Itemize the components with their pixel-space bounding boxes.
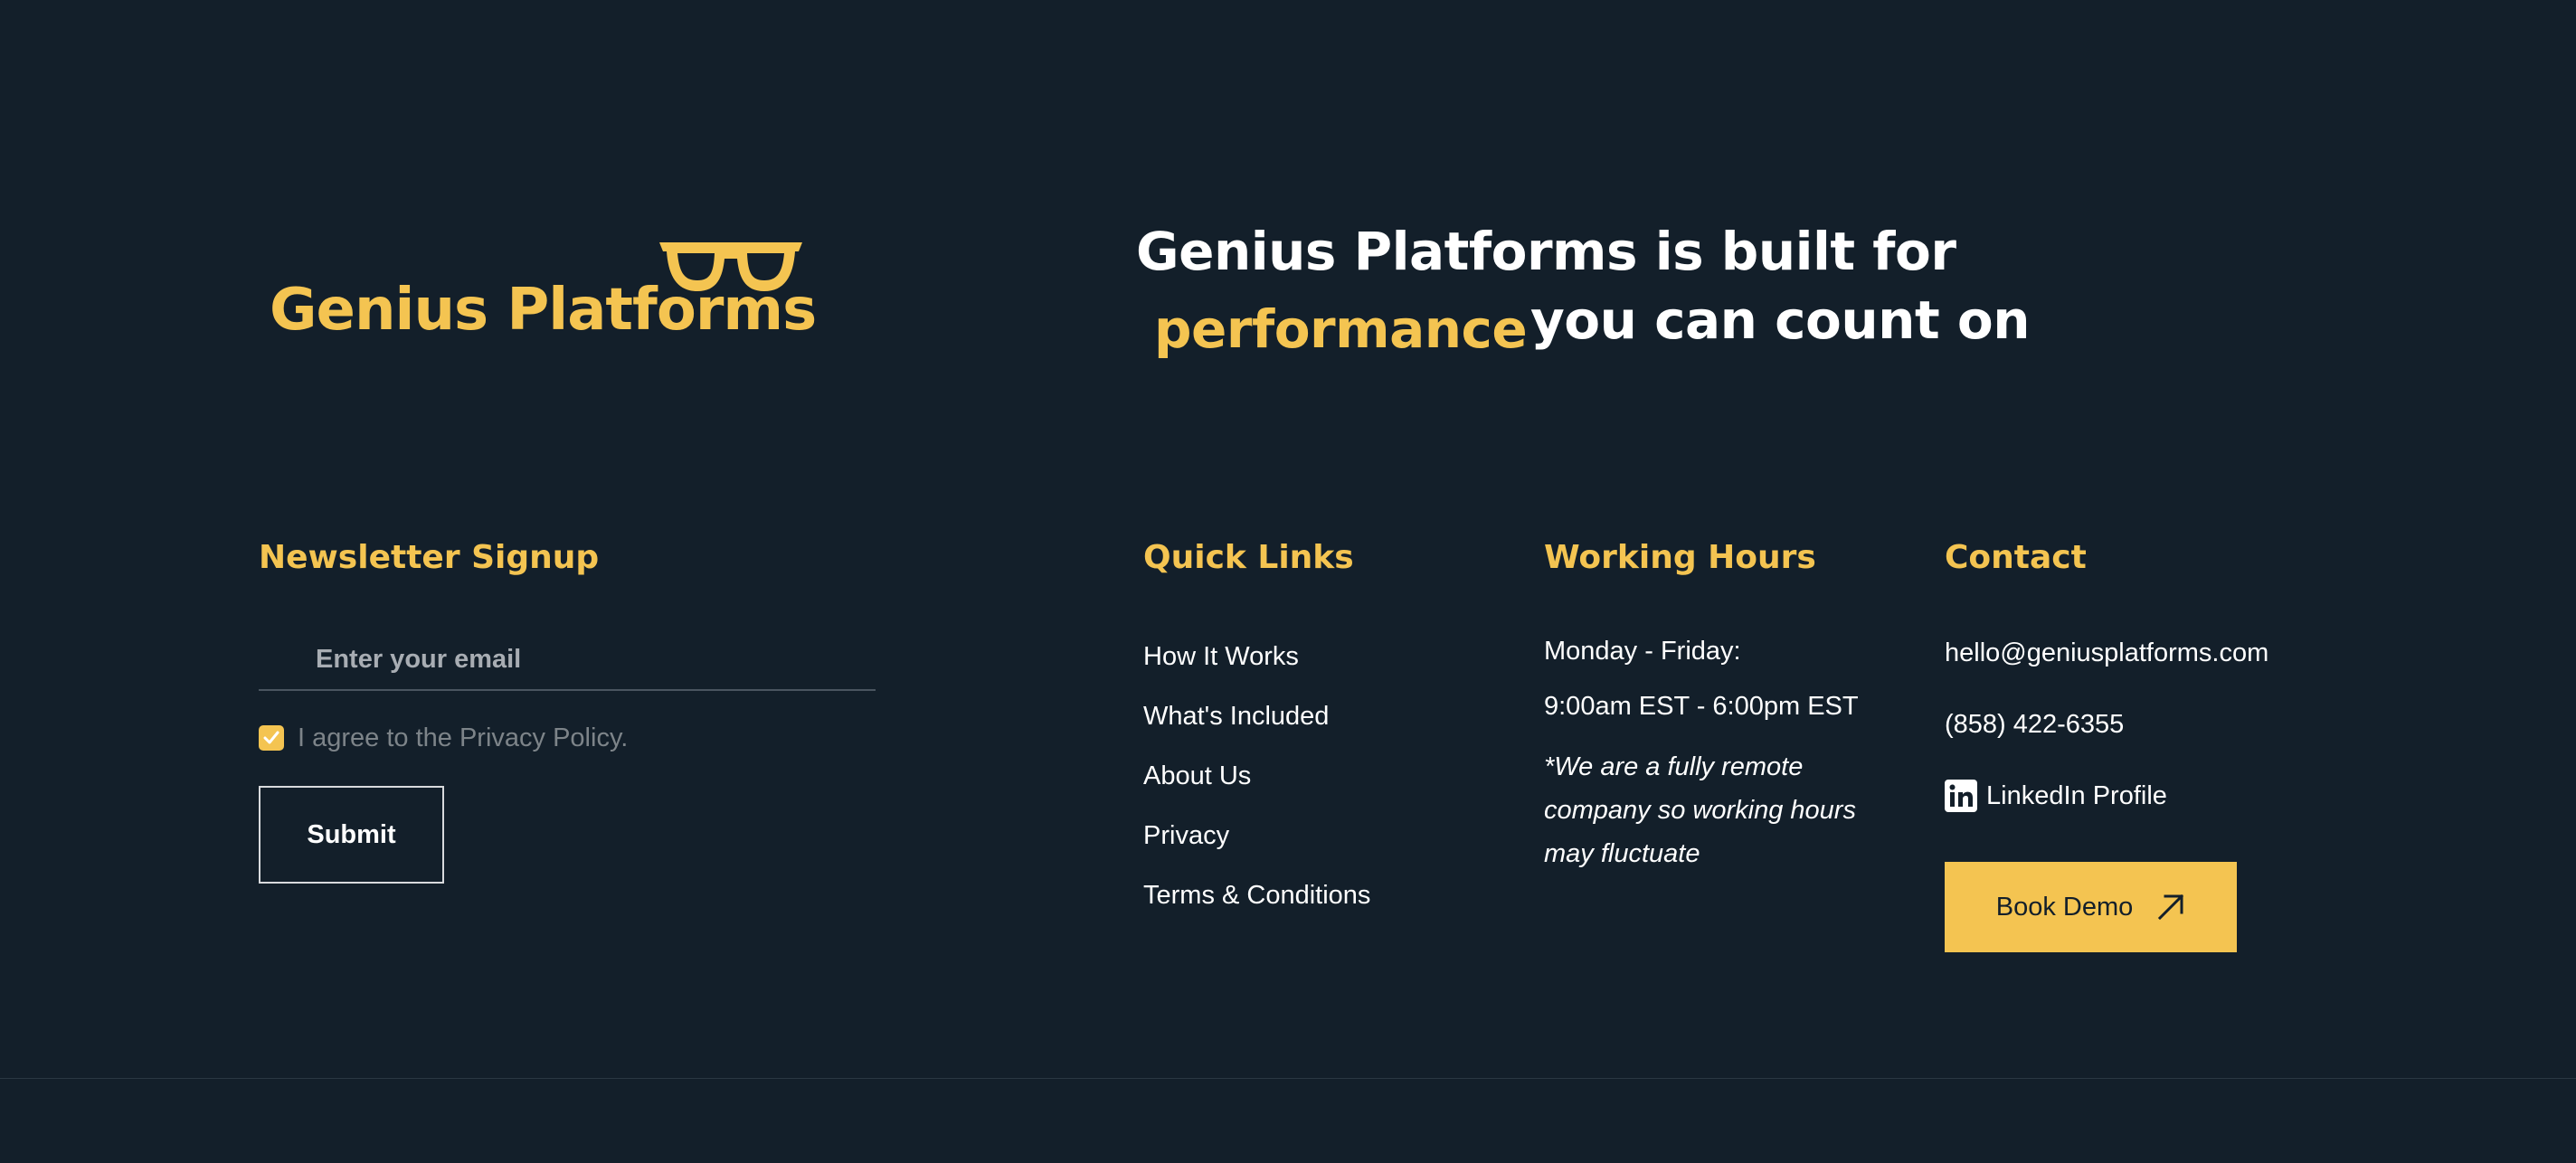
brand-logo[interactable]: Genius Platforms: [270, 233, 830, 360]
contact-heading: Contact: [1945, 539, 2087, 576]
logo-text: Genius Platforms: [270, 277, 817, 344]
quick-links-list: How It Works What's Included About Us Pr…: [1143, 638, 1370, 937]
quick-link-how-it-works[interactable]: How It Works: [1143, 638, 1370, 698]
quick-link-privacy[interactable]: Privacy: [1143, 818, 1370, 877]
footer-divider: [0, 1078, 2576, 1079]
email-input[interactable]: [259, 629, 876, 691]
book-demo-button[interactable]: Book Demo: [1945, 862, 2237, 952]
working-hours-note: *We are a fully remote company so workin…: [1544, 752, 1856, 868]
privacy-agree-label: I agree to the Privacy Policy.: [298, 723, 629, 752]
linkedin-label: LinkedIn Profile: [1986, 780, 2167, 810]
newsletter-heading: Newsletter Signup: [259, 539, 600, 576]
tagline-line2: you can count on: [1530, 289, 2031, 351]
privacy-agree-row[interactable]: I agree to the Privacy Policy.: [259, 720, 628, 756]
contact-phone-link[interactable]: (858) 422-6355: [1945, 710, 2124, 740]
footer: Genius Platforms Genius Platforms is bui…: [0, 0, 2576, 1163]
tagline-line1: Genius Platforms is built for: [1136, 221, 1956, 282]
working-hours-heading: Working Hours: [1544, 539, 1816, 576]
quick-link-terms[interactable]: Terms & Conditions: [1143, 877, 1370, 937]
linkedin-icon: [1945, 780, 1977, 812]
contact-email-link[interactable]: hello@geniusplatforms.com: [1945, 638, 2268, 668]
check-icon: [263, 731, 279, 744]
quick-links-heading: Quick Links: [1143, 539, 1354, 576]
arrow-up-right-icon: [2158, 894, 2184, 921]
tagline-accent: performance: [1154, 298, 1528, 360]
working-days: Monday - Friday:: [1544, 637, 1741, 666]
book-demo-label: Book Demo: [1995, 892, 2134, 922]
privacy-checkbox[interactable]: [259, 725, 284, 751]
quick-link-about-us[interactable]: About Us: [1143, 758, 1370, 818]
linkedin-profile-link[interactable]: LinkedIn Profile: [1945, 780, 2167, 812]
quick-link-whats-included[interactable]: What's Included: [1143, 698, 1370, 758]
submit-button[interactable]: Submit: [259, 786, 444, 884]
working-time: 9:00am EST - 6:00pm EST: [1544, 692, 1859, 721]
